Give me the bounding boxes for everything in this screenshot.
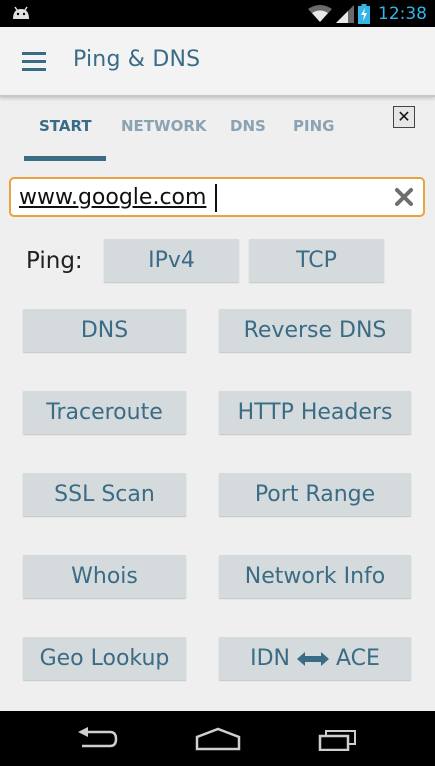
text-cursor xyxy=(215,184,217,212)
ping-label: Ping: xyxy=(26,248,83,274)
clock: 12:38 xyxy=(378,3,427,24)
traceroute-button[interactable]: Traceroute xyxy=(23,391,186,434)
home-icon[interactable] xyxy=(195,727,241,751)
ssl-scan-button[interactable]: SSL Scan xyxy=(23,473,186,516)
signal-icon xyxy=(336,4,354,23)
port-range-button[interactable]: Port Range xyxy=(219,473,411,516)
hamburger-menu-icon[interactable] xyxy=(22,52,46,71)
tab-bar: START NETWORK DNS PING ✕ xyxy=(0,97,435,163)
back-icon[interactable] xyxy=(76,727,118,751)
ace-label: ACE xyxy=(335,646,380,671)
double-arrow-icon xyxy=(296,651,329,666)
idn-label: IDN xyxy=(250,646,290,671)
tab-network[interactable]: NETWORK xyxy=(121,117,207,135)
host-input-field xyxy=(9,177,425,217)
whois-button[interactable]: Whois xyxy=(23,555,186,598)
dns-button[interactable]: DNS xyxy=(23,309,186,352)
wifi-icon xyxy=(308,4,332,22)
http-headers-button[interactable]: HTTP Headers xyxy=(219,391,411,434)
close-icon[interactable]: ✕ xyxy=(393,106,415,128)
geo-lookup-button[interactable]: Geo Lookup xyxy=(23,637,186,680)
tab-ping[interactable]: PING xyxy=(293,117,334,135)
network-info-button[interactable]: Network Info xyxy=(219,555,411,598)
recent-apps-icon[interactable] xyxy=(318,727,360,751)
tab-start[interactable]: START xyxy=(39,117,92,135)
navigation-bar xyxy=(0,711,435,766)
reverse-dns-button[interactable]: Reverse DNS xyxy=(219,309,411,352)
tab-dns[interactable]: DNS xyxy=(230,117,266,135)
battery-charging-icon xyxy=(358,3,370,24)
android-icon xyxy=(13,6,29,19)
app-bar: Ping & DNS xyxy=(0,27,435,97)
app-title: Ping & DNS xyxy=(73,47,201,72)
ping-ipv4-button[interactable]: IPv4 xyxy=(104,239,239,282)
status-bar: 12:38 xyxy=(0,0,435,27)
active-tab-indicator xyxy=(24,156,106,161)
clear-x-icon[interactable] xyxy=(394,187,414,207)
ping-tcp-button[interactable]: TCP xyxy=(249,239,384,282)
idn-ace-button[interactable]: IDN ACE xyxy=(219,637,411,680)
status-icons: 12:38 xyxy=(308,0,427,27)
host-input[interactable] xyxy=(19,183,389,211)
